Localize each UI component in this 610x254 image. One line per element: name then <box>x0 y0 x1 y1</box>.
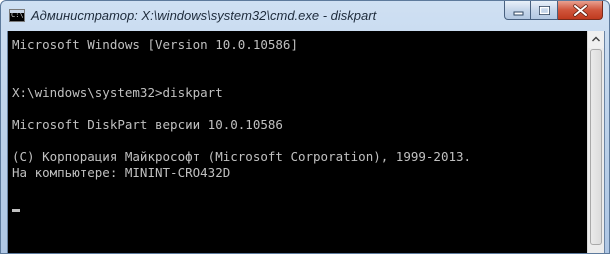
console-line: На компьютере: MININT-CRO432D <box>12 165 231 180</box>
prompt-line <box>12 197 586 213</box>
scroll-thumb[interactable] <box>590 49 602 245</box>
text-cursor <box>12 209 20 212</box>
cmd-icon[interactable]: C:\ <box>9 9 25 22</box>
console-area[interactable]: Microsoft Windows [Version 10.0.10586] X… <box>7 31 605 253</box>
minimize-button[interactable] <box>504 1 531 20</box>
cmd-window: C:\ Администратор: X:\windows\system32\c… <box>0 0 610 254</box>
close-icon <box>573 4 588 17</box>
console-line: X:\windows\system32>diskpart <box>12 85 223 100</box>
console-line: Microsoft DiskPart версии 10.0.10586 <box>12 117 283 132</box>
title-bar[interactable]: C:\ Администратор: X:\windows\system32\c… <box>1 1 609 31</box>
console-output[interactable]: Microsoft Windows [Version 10.0.10586] X… <box>8 31 586 253</box>
console-line: (C) Корпорация Майкрософт (Microsoft Cor… <box>12 149 472 164</box>
minimize-icon <box>513 11 524 16</box>
vertical-scrollbar[interactable] <box>587 31 604 253</box>
close-button[interactable] <box>558 1 603 20</box>
scroll-up-button[interactable] <box>588 31 604 48</box>
console-line: Microsoft Windows [Version 10.0.10586] <box>12 37 298 52</box>
maximize-icon <box>539 6 550 15</box>
chevron-up-icon <box>592 36 600 42</box>
window-controls <box>504 1 603 21</box>
maximize-button[interactable] <box>531 1 558 20</box>
window-title: Администратор: X:\windows\system32\cmd.e… <box>31 8 377 23</box>
